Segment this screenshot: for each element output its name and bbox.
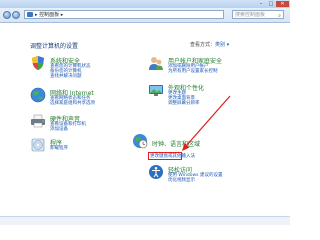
control-panel-window: – □ ✕ ▸ 控制面板 ▸ 搜索控制面板 ⌕ 调整计算机的设置 查看方式：类别… [0, 0, 290, 225]
status-bar [0, 216, 290, 225]
category-link[interactable]: 优化视频显示 [168, 177, 195, 183]
ease-of-access-icon[interactable] [148, 164, 164, 180]
category-ease-of-access: 轻松访问 使用 Windows 建议的设置 优化视频显示 [148, 164, 268, 194]
